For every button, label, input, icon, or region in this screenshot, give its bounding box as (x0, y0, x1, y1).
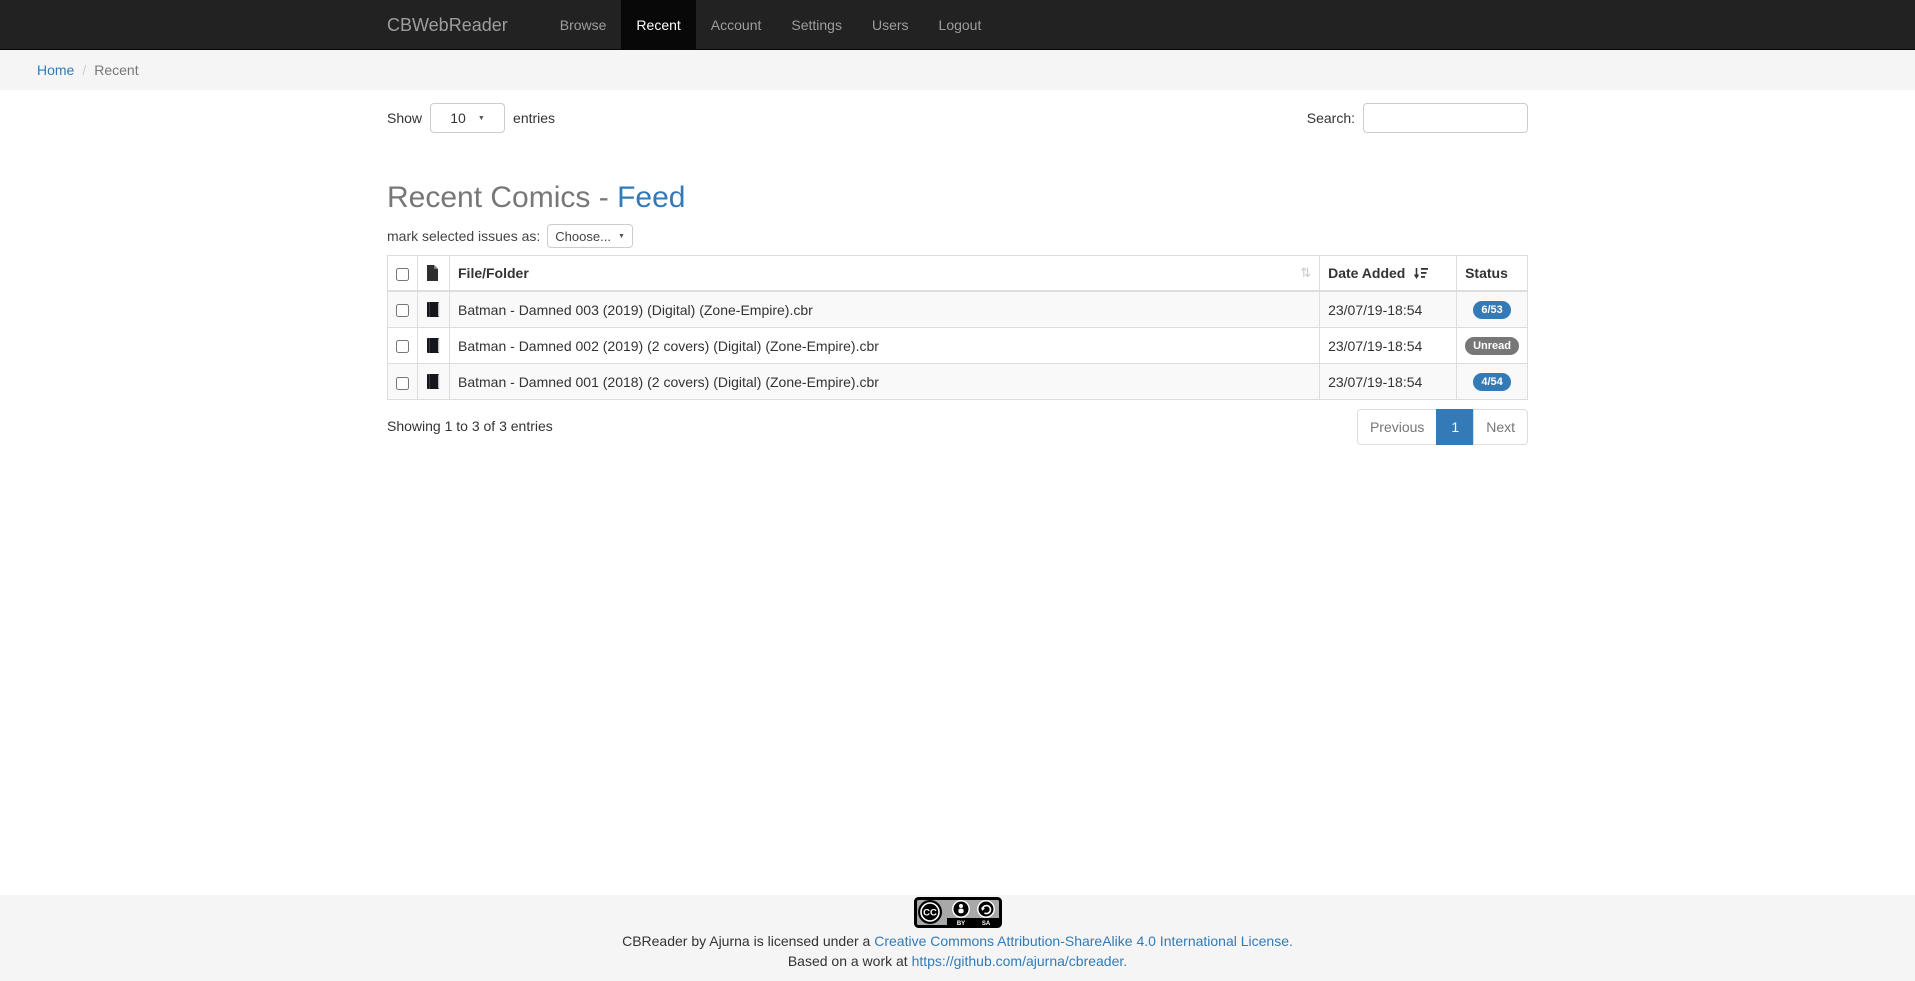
table-row: Batman - Damned 003 (2019) (Digital) (Zo… (388, 291, 1528, 328)
pagination-previous[interactable]: Previous (1357, 409, 1437, 445)
table-row: Batman - Damned 001 (2018) (2 covers) (D… (388, 364, 1528, 400)
book-icon (426, 373, 441, 390)
column-header-status: Status (1457, 256, 1528, 292)
license-line: CBReader by Ajurna is licensed under a C… (0, 931, 1915, 951)
nav-item-settings[interactable]: Settings (776, 0, 857, 49)
page-length-value: 10 (450, 110, 466, 126)
mark-issues-select[interactable]: Choose... ▼ (547, 224, 633, 248)
nav-item-browse[interactable]: Browse (545, 0, 622, 49)
breadcrumb-separator: / (82, 62, 86, 78)
entries-label: entries (513, 110, 555, 126)
search-control: Search: (1307, 103, 1528, 133)
navbar: CBWebReader Browse Recent Account Settin… (0, 0, 1915, 50)
cc-by-sa-badge[interactable]: CC BY SA (914, 897, 1002, 928)
feed-link[interactable]: Feed (617, 181, 685, 214)
date-added: 23/07/19-18:54 (1320, 364, 1457, 400)
nav-item-users[interactable]: Users (857, 0, 924, 49)
file-name[interactable]: Batman - Damned 003 (2019) (Digital) (Zo… (450, 291, 1320, 328)
status-header-label: Status (1465, 265, 1508, 281)
navbar-brand[interactable]: CBWebReader (387, 0, 523, 49)
comics-table: File/Folder ⇅ Date Added Status (387, 255, 1528, 400)
table-header-row: File/Folder ⇅ Date Added Status (388, 256, 1528, 292)
pagination: Previous 1 Next (1357, 409, 1528, 445)
mark-issues-value: Choose... (555, 229, 611, 244)
footer: CC BY SA CBReader by Ajurna is licensed … (0, 895, 1915, 981)
pagination-next[interactable]: Next (1473, 409, 1528, 445)
main-content: Show 10 ▼ entries Search: Recent Comics … (387, 90, 1528, 895)
date-added: 23/07/19-18:54 (1320, 291, 1457, 328)
file-type-column-header (418, 256, 450, 292)
table-info: Showing 1 to 3 of 3 entries (387, 418, 553, 434)
select-all-checkbox[interactable] (396, 268, 409, 281)
github-link[interactable]: https://github.com/ajurna/cbreader. (912, 953, 1128, 969)
file-folder-header-label: File/Folder (458, 265, 529, 281)
license-line-text: CBReader by Ajurna is licensed under a (622, 933, 874, 949)
breadcrumb-home-link[interactable]: Home (37, 62, 74, 78)
nav-item-logout[interactable]: Logout (924, 0, 997, 49)
date-added: 23/07/19-18:54 (1320, 328, 1457, 364)
show-label: Show (387, 110, 422, 126)
status-badge: Unread (1465, 337, 1519, 355)
row-checkbox[interactable] (396, 340, 409, 353)
status-badge: 6/53 (1473, 301, 1510, 319)
sort-icon: ⇅ (1300, 265, 1311, 281)
license-link[interactable]: Creative Commons Attribution-ShareAlike … (874, 933, 1293, 949)
nav-item-account[interactable]: Account (696, 0, 777, 49)
source-line: Based on a work at https://github.com/aj… (0, 951, 1915, 971)
table-row: Batman - Damned 002 (2019) (2 covers) (D… (388, 328, 1528, 364)
row-checkbox[interactable] (396, 304, 409, 317)
page-title-text: Recent Comics - (387, 181, 617, 214)
cc-sa-text: SA (981, 921, 990, 927)
page-length-control: Show 10 ▼ entries (387, 103, 555, 133)
nav-item-recent[interactable]: Recent (621, 0, 695, 49)
cc-by-text: BY (956, 921, 964, 927)
mark-issues-label: mark selected issues as: (387, 228, 540, 244)
page-length-select[interactable]: 10 ▼ (430, 103, 505, 133)
book-icon (426, 301, 441, 318)
pagination-page-1[interactable]: 1 (1436, 409, 1474, 445)
row-checkbox[interactable] (396, 377, 409, 390)
file-name[interactable]: Batman - Damned 002 (2019) (2 covers) (D… (450, 328, 1320, 364)
source-line-text: Based on a work at (788, 953, 912, 969)
date-added-header-label: Date Added (1328, 265, 1405, 281)
navbar-links: Browse Recent Account Settings Users Log… (545, 0, 997, 49)
book-icon (426, 337, 441, 354)
cc-logo-text: CC (923, 908, 937, 919)
file-icon (426, 265, 441, 281)
chevron-down-icon: ▼ (478, 115, 485, 122)
column-header-file-folder[interactable]: File/Folder ⇅ (450, 256, 1320, 292)
status-badge: 4/54 (1473, 373, 1510, 391)
chevron-down-icon: ▼ (618, 233, 625, 240)
page-title: Recent Comics - Feed (387, 181, 1528, 214)
column-header-date-added[interactable]: Date Added (1320, 256, 1457, 292)
search-label: Search: (1307, 110, 1355, 126)
search-input[interactable] (1363, 103, 1528, 133)
file-name[interactable]: Batman - Damned 001 (2018) (2 covers) (D… (450, 364, 1320, 400)
sort-descending-icon (1413, 267, 1428, 280)
mark-issues-control: mark selected issues as: Choose... ▼ (387, 224, 1528, 248)
breadcrumb: Home / Recent (0, 50, 1915, 90)
breadcrumb-current: Recent (94, 62, 138, 78)
